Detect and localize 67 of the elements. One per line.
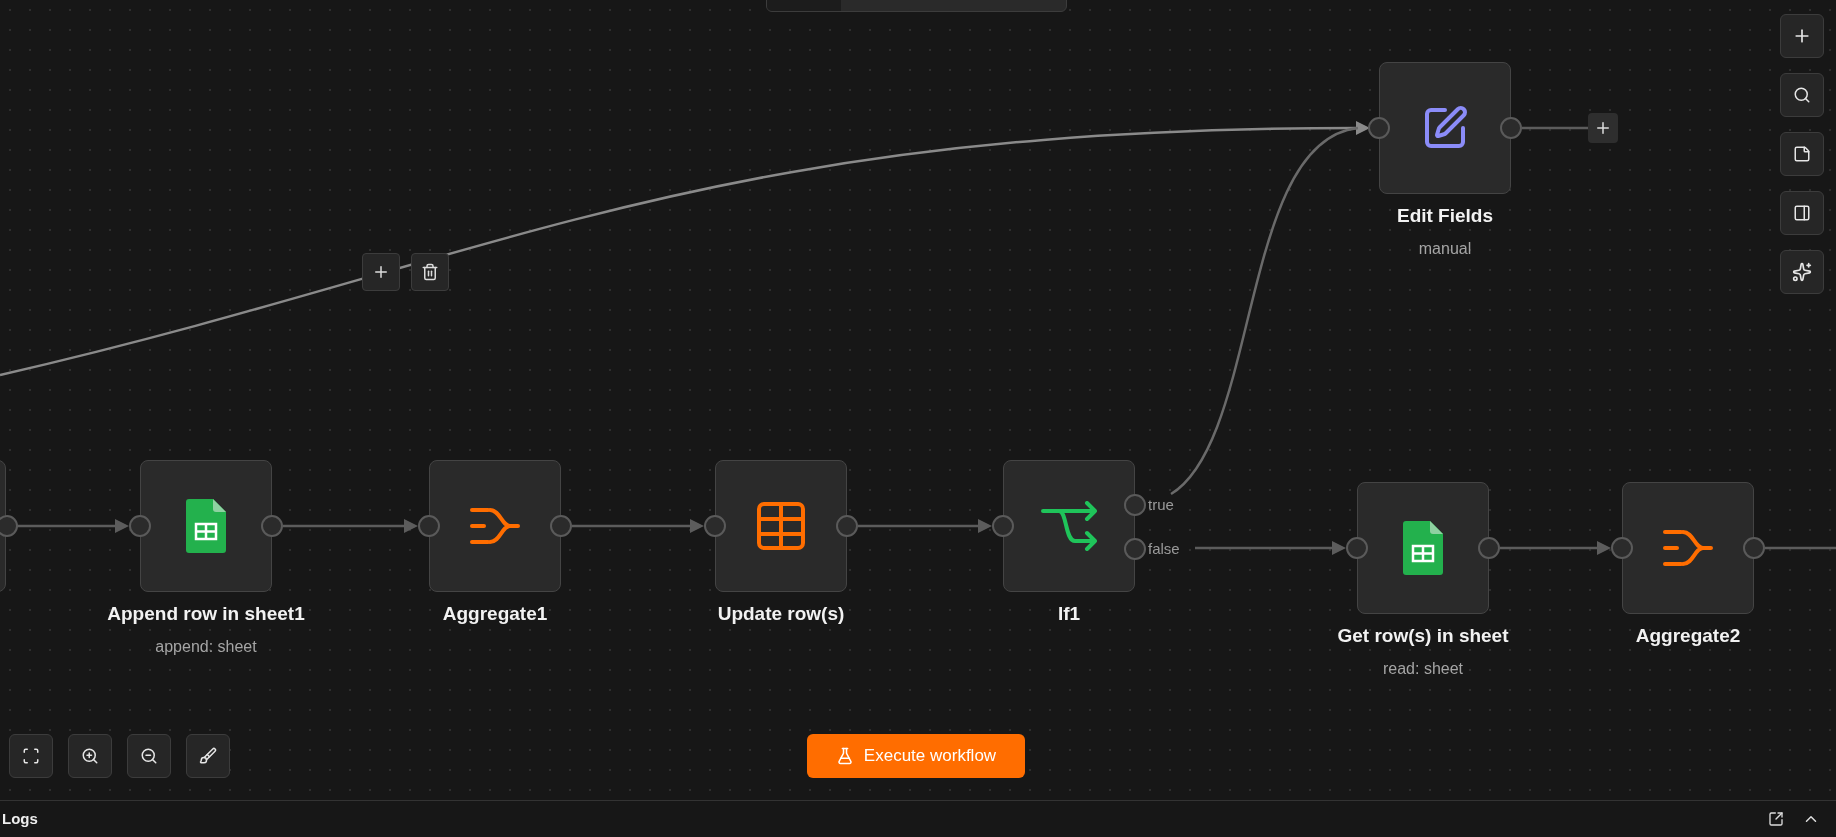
- spreadsheet-icon: [1403, 521, 1443, 575]
- split-arrows-icon: [1041, 501, 1097, 551]
- sparkles-icon: [1792, 262, 1812, 282]
- node-title: If1: [1057, 602, 1081, 626]
- node-title: Aggregate2: [1635, 624, 1741, 648]
- node-subtitle: read: sheet: [1382, 658, 1464, 679]
- search-icon: [1793, 86, 1811, 104]
- table-grid-icon: [756, 501, 806, 551]
- input-handle[interactable]: [418, 515, 440, 537]
- output-handle[interactable]: [1124, 494, 1146, 517]
- search-button[interactable]: [1780, 73, 1824, 117]
- node-card[interactable]: [1379, 62, 1511, 194]
- fit-view-button[interactable]: [9, 734, 53, 778]
- output-handle[interactable]: [1500, 117, 1522, 139]
- fit-view-icon: [22, 747, 40, 765]
- side-panel-icon: [1793, 204, 1811, 222]
- spreadsheet-icon: [186, 499, 226, 553]
- zoom-in-icon: [81, 747, 99, 765]
- side-panel-button[interactable]: [1780, 191, 1824, 235]
- add-node-button[interactable]: [1588, 113, 1618, 143]
- flask-icon: [835, 747, 854, 765]
- zoom-in-button[interactable]: [68, 734, 112, 778]
- output-handle[interactable]: [836, 515, 858, 537]
- output-handle[interactable]: [1743, 537, 1765, 559]
- input-handle[interactable]: [1611, 537, 1633, 559]
- add-button[interactable]: [1780, 14, 1824, 58]
- delete-button[interactable]: [411, 253, 449, 291]
- input-handle[interactable]: [129, 515, 151, 537]
- brush-icon: [199, 747, 217, 765]
- node-card[interactable]: [140, 460, 272, 592]
- logs-title[interactable]: Logs: [2, 807, 38, 831]
- node-card[interactable]: [429, 460, 561, 592]
- output-handle[interactable]: [1478, 537, 1500, 559]
- output-handle[interactable]: [261, 515, 283, 537]
- merge-lines-icon: [470, 506, 520, 546]
- input-handle[interactable]: [1368, 117, 1390, 139]
- zoom-out-button[interactable]: [127, 734, 171, 778]
- node-card[interactable]: [715, 460, 847, 592]
- sparkles-button[interactable]: [1780, 250, 1824, 294]
- input-handle[interactable]: [1346, 537, 1368, 559]
- pop-out-icon[interactable]: [1768, 811, 1784, 827]
- brush-button[interactable]: [186, 734, 230, 778]
- sticky-note-icon: [1793, 145, 1811, 163]
- node-title: Update row(s): [717, 602, 845, 626]
- output-handle[interactable]: [550, 515, 572, 537]
- node-title: Append row in sheet1: [107, 602, 305, 626]
- node-title: Get row(s) in sheet: [1337, 624, 1509, 648]
- trash-icon: [421, 263, 439, 281]
- output-handle[interactable]: [0, 515, 18, 537]
- node-title: Edit Fields: [1396, 204, 1494, 228]
- input-handle[interactable]: [704, 515, 726, 537]
- node-card[interactable]: [1357, 482, 1489, 614]
- input-handle[interactable]: [992, 515, 1014, 537]
- output-handle[interactable]: [1124, 538, 1146, 561]
- node-title: Aggregate1: [442, 602, 548, 626]
- merge-lines-icon: [1663, 528, 1713, 568]
- node-card[interactable]: [1003, 460, 1135, 592]
- node-subtitle: append: sheet: [155, 636, 257, 657]
- sticky-note-button[interactable]: [1780, 132, 1824, 176]
- add-node-button[interactable]: [362, 253, 400, 291]
- plus-icon: [1594, 119, 1612, 137]
- node-card[interactable]: [1622, 482, 1754, 614]
- output-label: true: [1148, 495, 1174, 515]
- zoom-out-icon: [140, 747, 158, 765]
- plus-icon: [372, 263, 390, 281]
- output-label: false: [1148, 539, 1180, 559]
- node-subtitle: manual: [1418, 238, 1472, 259]
